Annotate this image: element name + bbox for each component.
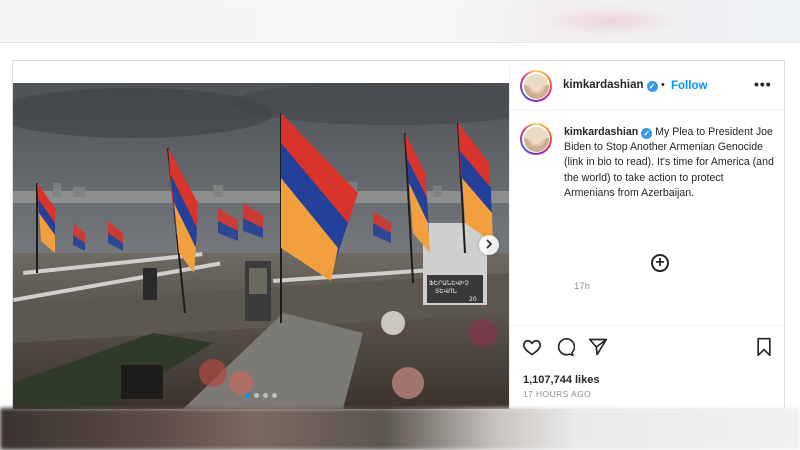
carousel-dot <box>263 393 268 398</box>
avatar[interactable] <box>520 70 552 102</box>
top-divider <box>0 42 800 43</box>
post-timestamp[interactable]: 17 HOURS AGO <box>523 389 591 399</box>
post-actions: 1,107,744 likes 17 HOURS AGO <box>510 325 784 409</box>
caption-verified-badge-icon: ✓ <box>641 128 653 139</box>
header-separator: • <box>661 79 665 91</box>
post-caption: kimkardashian ✓ My Plea to President Joe … <box>564 125 774 201</box>
carousel-dot <box>272 393 277 398</box>
verified-badge-icon: ✓ <box>646 81 658 92</box>
caption-avatar-image <box>523 126 549 152</box>
post-header: kimkardashian ✓ • Follow ••• <box>510 61 784 111</box>
post-sidebar: kimkardashian ✓ • Follow ••• kimkardashia… <box>509 61 784 409</box>
header-username-text[interactable]: kimkardashian <box>563 79 644 91</box>
blurred-background-bottom <box>0 408 800 450</box>
bookmark-icon[interactable] <box>755 337 773 362</box>
post-photo-cemetery[interactable]: ՖԵՐԱՆԵՎԻՉ ՏԵՎՈՆ 20 <box>13 83 509 409</box>
follow-button[interactable]: Follow <box>671 80 707 92</box>
carousel-dot-active <box>245 393 250 398</box>
carousel-next-button[interactable] <box>479 235 499 255</box>
more-options-icon[interactable]: ••• <box>754 76 772 92</box>
carousel-indicator <box>245 393 277 398</box>
caption-timestamp[interactable]: 17h <box>574 281 590 292</box>
chevron-right-icon <box>484 236 494 254</box>
avatar-image <box>523 73 549 99</box>
caption-avatar[interactable] <box>520 123 552 155</box>
caption-username[interactable]: kimkardashian <box>564 126 638 138</box>
grave-sign-line-2: ՏԵՎՈՆ <box>435 288 458 295</box>
add-comment-icon[interactable]: + <box>651 254 669 272</box>
comment-bubble-icon[interactable] <box>555 337 576 362</box>
heart-icon[interactable] <box>522 337 542 362</box>
carousel-dot <box>254 393 259 398</box>
blurred-browser-top-bar <box>0 0 800 42</box>
post-media: ՖԵՐԱՆԵՎԻՉ ՏԵՎՈՆ 20 <box>13 61 509 409</box>
cemetery-photo-illustration: ՖԵՐԱՆԵՎԻՉ ՏԵՎՈՆ 20 <box>13 83 509 409</box>
instagram-post: ՖԵՐԱՆԵՎԻՉ ՏԵՎՈՆ 20 kimkardashian ✓ • Fol… <box>12 60 785 410</box>
grave-sign-line-1: ՖԵՐԱՆԵՎԻՉ <box>429 280 469 287</box>
paper-plane-icon[interactable] <box>588 337 608 362</box>
header-username[interactable]: kimkardashian ✓ <box>563 79 658 92</box>
grave-sign-line-3: 20 <box>469 296 477 303</box>
like-count[interactable]: 1,107,744 likes <box>523 374 599 386</box>
